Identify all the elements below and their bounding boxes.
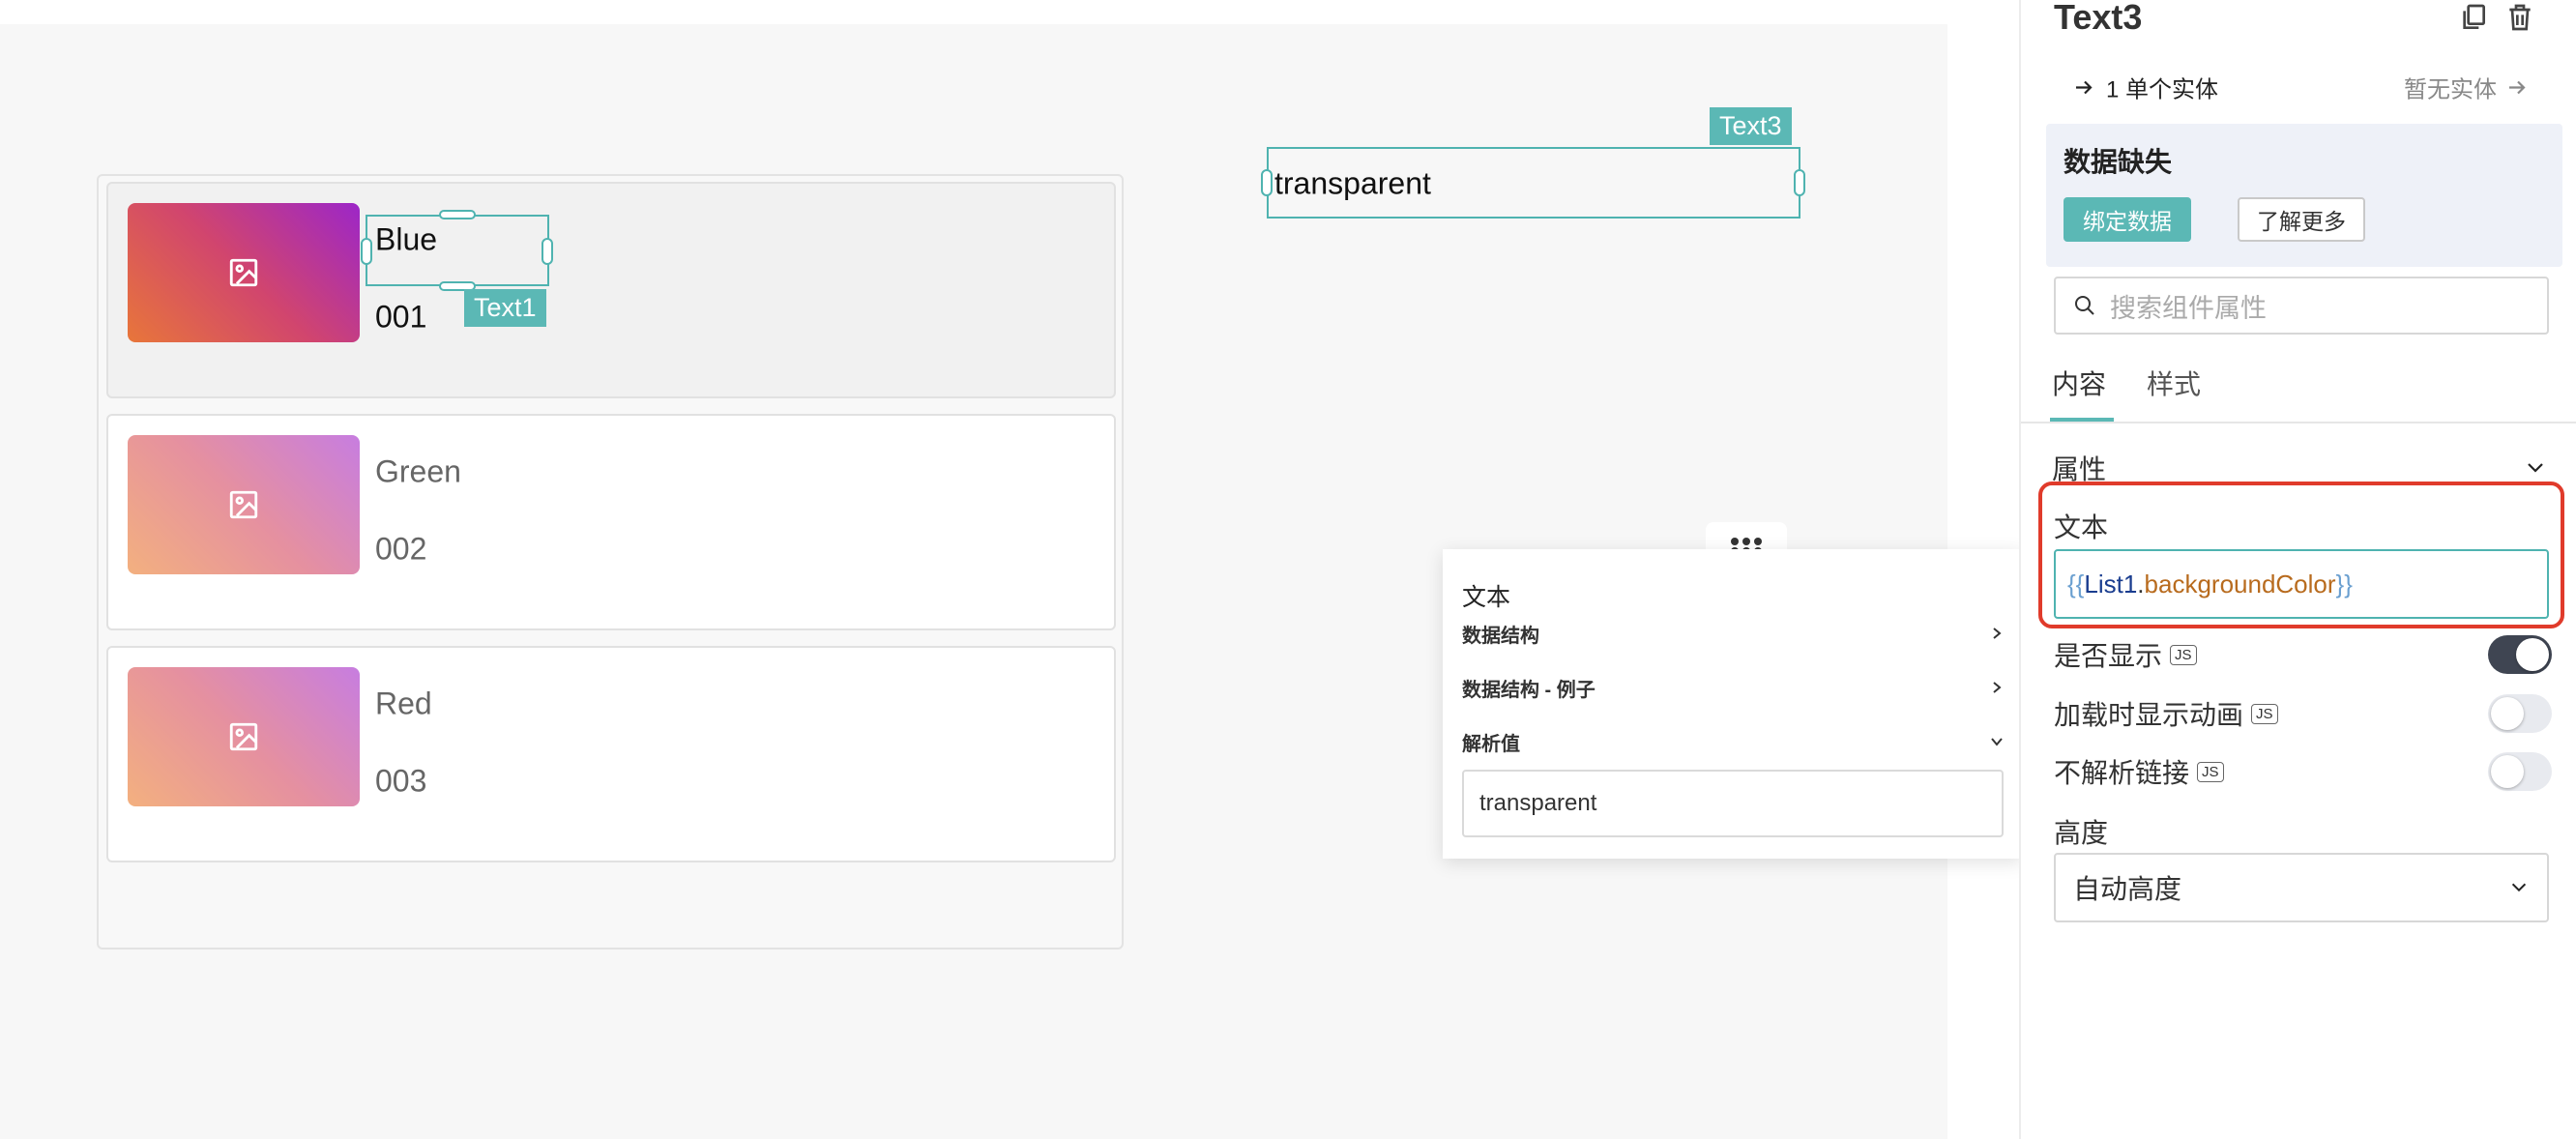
animate-label: 加载时显示动画 [2054, 700, 2244, 730]
js-toggle-badge[interactable]: JS [2251, 703, 2278, 724]
list-item[interactable]: Green 002 [106, 414, 1116, 630]
popover-row-structure[interactable]: 数据结构 [1462, 619, 2004, 648]
item-title[interactable]: Red [375, 686, 432, 722]
entity-link[interactable]: 1 单个实体 [2073, 71, 2218, 104]
toggle-knob [2516, 638, 2549, 671]
row-label: 数据结构 [1462, 625, 1539, 647]
list-widget[interactable]: Blue 001 Green 002 Red 003 [97, 174, 1124, 949]
popover-row-example[interactable]: 数据结构 - 例子 [1462, 673, 2004, 702]
copy-icon[interactable] [2458, 2, 2489, 33]
item-code[interactable]: 002 [375, 532, 426, 568]
image-placeholder[interactable] [128, 667, 360, 806]
widget-name-tag[interactable]: Text1 [464, 289, 546, 327]
tab-style[interactable]: 样式 [2147, 364, 2201, 402]
arrow-right-icon [2076, 80, 2093, 94]
image-icon [229, 258, 258, 287]
row-label: 数据结构 - 例子 [1462, 679, 1595, 701]
toggle-knob [2491, 697, 2524, 730]
resize-handle-left[interactable] [361, 238, 372, 265]
item-code[interactable]: 001 [375, 300, 426, 336]
widget-title[interactable]: Text3 [2054, 0, 2142, 38]
chevron-right-icon [1993, 682, 2002, 693]
no-entity-label: 暂无实体 [2404, 76, 2497, 103]
bind-data-button[interactable]: 绑定数据 [2064, 197, 2191, 242]
text-property-label: 文本 [2054, 512, 2109, 542]
list-item[interactable]: Blue 001 [106, 182, 1116, 398]
nolink-label: 不解析链接 [2054, 758, 2190, 788]
property-search-input[interactable]: 搜索组件属性 [2054, 277, 2549, 335]
no-entity-link[interactable]: 暂无实体 [2404, 71, 2528, 104]
learn-more-button[interactable]: 了解更多 [2238, 197, 2365, 242]
animate-toggle[interactable] [2488, 694, 2552, 733]
search-placeholder: 搜索组件属性 [2110, 293, 2267, 323]
height-select[interactable]: 自动高度 [2054, 853, 2549, 922]
text-binding-input[interactable]: {{List1. backgroundColor}} [2054, 549, 2549, 619]
image-icon [229, 722, 258, 751]
code-brace-close: }} [2335, 569, 2353, 599]
chevron-down-icon[interactable] [2524, 456, 2547, 480]
data-missing-card: 数据缺失 绑定数据 了解更多 [2046, 124, 2562, 267]
list-item[interactable]: Red 003 [106, 646, 1116, 862]
active-tab-indicator [2050, 418, 2114, 422]
code-dot: . [2137, 569, 2145, 599]
evaluated-value-box: transparent [1462, 770, 2004, 837]
nolink-row: 不解析链接 JS [2054, 752, 2224, 791]
row-label: 解析值 [1462, 733, 1520, 755]
resize-handle-top[interactable] [439, 210, 476, 219]
widget-name-tag[interactable]: Text3 [1710, 107, 1792, 145]
app-root: Blue 001 Green 002 Red 003 Text1 Text3 t… [0, 0, 2576, 1139]
data-missing-title: 数据缺失 [2064, 147, 2173, 177]
height-value: 自动高度 [2073, 874, 2182, 904]
popover-title: 文本 [1462, 584, 1511, 611]
visible-row: 是否显示 JS [2054, 635, 2197, 674]
item-title[interactable]: Green [375, 454, 461, 490]
resize-handle-right[interactable] [542, 238, 553, 265]
panel-tabs: 内容 样式 [2021, 354, 2576, 423]
animate-row: 加载时显示动画 JS [2054, 694, 2278, 733]
image-icon [229, 490, 258, 519]
height-label: 高度 [2054, 818, 2109, 848]
nolink-toggle[interactable] [2488, 752, 2552, 791]
code-property: backgroundColor [2144, 569, 2336, 599]
code-brace-open: {{ [2067, 569, 2085, 599]
js-toggle-badge[interactable]: JS [2170, 644, 2197, 665]
chevron-right-icon [1993, 628, 2002, 639]
js-toggle-badge[interactable]: JS [2197, 761, 2224, 782]
chevron-down-icon [1991, 738, 2003, 746]
evaluated-value-popover: 文本 数据结构 数据结构 - 例子 解析值 transparent [1443, 549, 2023, 859]
text1-selection-box[interactable] [366, 215, 549, 286]
item-code[interactable]: 003 [375, 764, 426, 800]
toggle-knob [2491, 755, 2524, 788]
entity-link-label: 1 单个实体 [2106, 76, 2219, 103]
visible-toggle[interactable] [2488, 635, 2552, 674]
visible-label: 是否显示 [2054, 641, 2163, 671]
code-identifier: List1 [2084, 569, 2138, 599]
delete-icon[interactable] [2504, 2, 2535, 33]
image-placeholder[interactable] [128, 435, 360, 574]
search-icon [2075, 296, 2094, 315]
arrow-right-icon [2509, 80, 2526, 94]
tab-content[interactable]: 内容 [2052, 364, 2106, 402]
resize-handle-right[interactable] [1794, 169, 1805, 196]
chevron-down-icon [2511, 883, 2527, 892]
property-panel: Text3 1 单个实体 暂无实体 数据缺失 绑定数据 了解更多 搜索组件属性 … [2019, 0, 2576, 1139]
resize-handle-left[interactable] [1261, 169, 1273, 196]
popover-row-evaluated[interactable]: 解析值 [1462, 727, 2004, 756]
text3-value: transparent [1274, 165, 1431, 201]
image-placeholder[interactable] [128, 203, 360, 342]
